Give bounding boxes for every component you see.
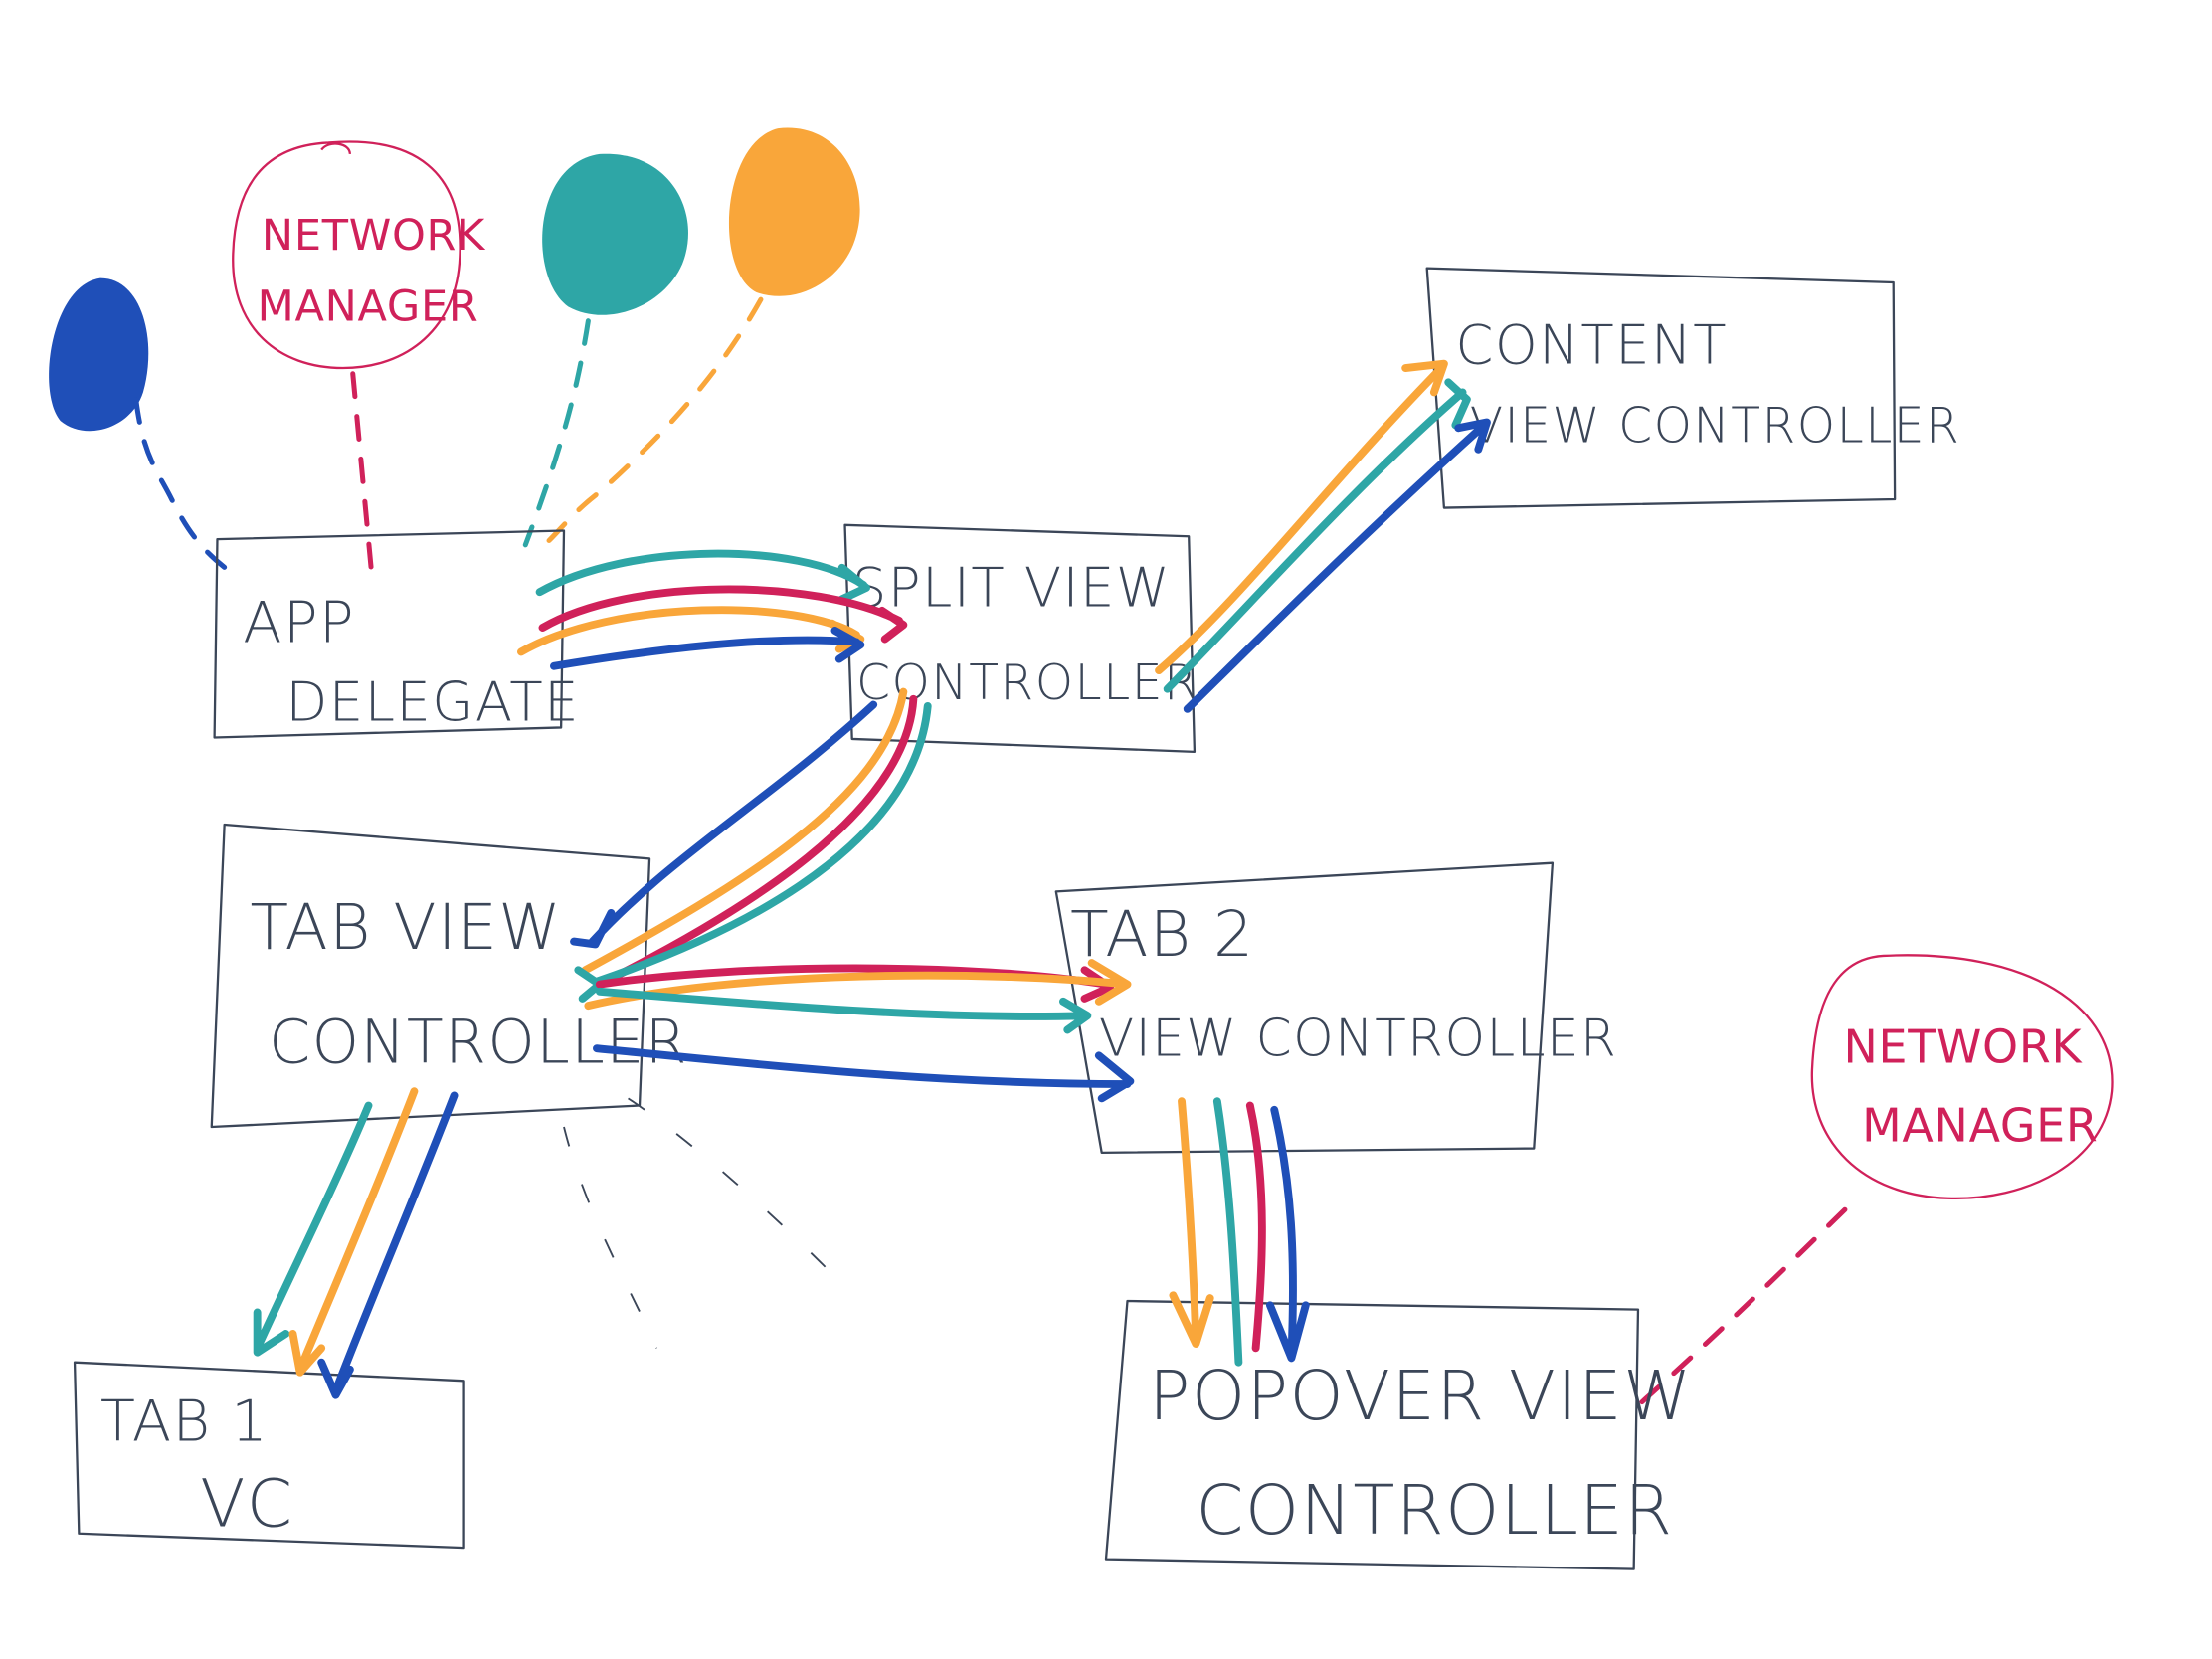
network-manager-top: NETWORK MANAGER: [232, 140, 486, 574]
network-manager-top-line2: MANAGER: [258, 282, 479, 332]
arrows-app-to-split: [517, 549, 908, 670]
tab2-view-line1: TAB 2: [1070, 897, 1255, 971]
teal-balloon: [522, 153, 688, 548]
network-manager-top-line1: NETWORK: [262, 211, 486, 261]
tab-view-line1: TAB VIEW: [250, 890, 562, 964]
network-manager-right: NETWORK MANAGER: [1631, 954, 2114, 1412]
tab1-vc-line2: VC: [200, 1466, 293, 1543]
tab2-view-line2: VIEW CONTROLLER: [1099, 1009, 1617, 1068]
content-view-line2: VIEW CONTROLLER: [1470, 399, 1961, 455]
popover-view-line1: POPOVER VIEW: [1149, 1357, 1693, 1436]
diagram-canvas: NETWORK MANAGER NETWORK MANAGER APP DELE…: [49, 127, 2114, 1570]
arrows-split-to-tabview: [570, 687, 932, 1003]
app-delegate-line1: APP: [243, 589, 355, 655]
content-view-line1: CONTENT: [1455, 313, 1728, 377]
node-tab1-vc: TAB 1 VC: [73, 1361, 465, 1550]
arrows-split-to-content: [1155, 359, 1491, 713]
node-tab2-view-controller: TAB 2 VIEW CONTROLLER: [1054, 861, 1617, 1154]
tab1-vc-line1: TAB 1: [100, 1388, 269, 1455]
app-delegate-line2: DELEGATE: [285, 669, 580, 733]
node-app-delegate: APP DELEGATE: [213, 529, 580, 739]
arrows-tab2-to-popover: [1169, 1097, 1310, 1367]
blue-balloon: [49, 277, 232, 574]
split-view-line2: CONTROLLER: [856, 655, 1198, 711]
split-view-line1: SPLIT VIEW: [852, 556, 1172, 620]
faint-dashed-lines: [563, 1097, 829, 1349]
node-content-view-controller: CONTENT VIEW CONTROLLER: [1425, 267, 1961, 509]
popover-view-line2: CONTROLLER: [1196, 1471, 1673, 1551]
network-manager-right-line2: MANAGER: [1862, 1098, 2098, 1152]
tab-view-line2: CONTROLLER: [269, 1008, 688, 1077]
network-manager-right-line1: NETWORK: [1843, 1019, 2083, 1073]
arrows-tabview-to-tab1: [253, 1087, 459, 1399]
